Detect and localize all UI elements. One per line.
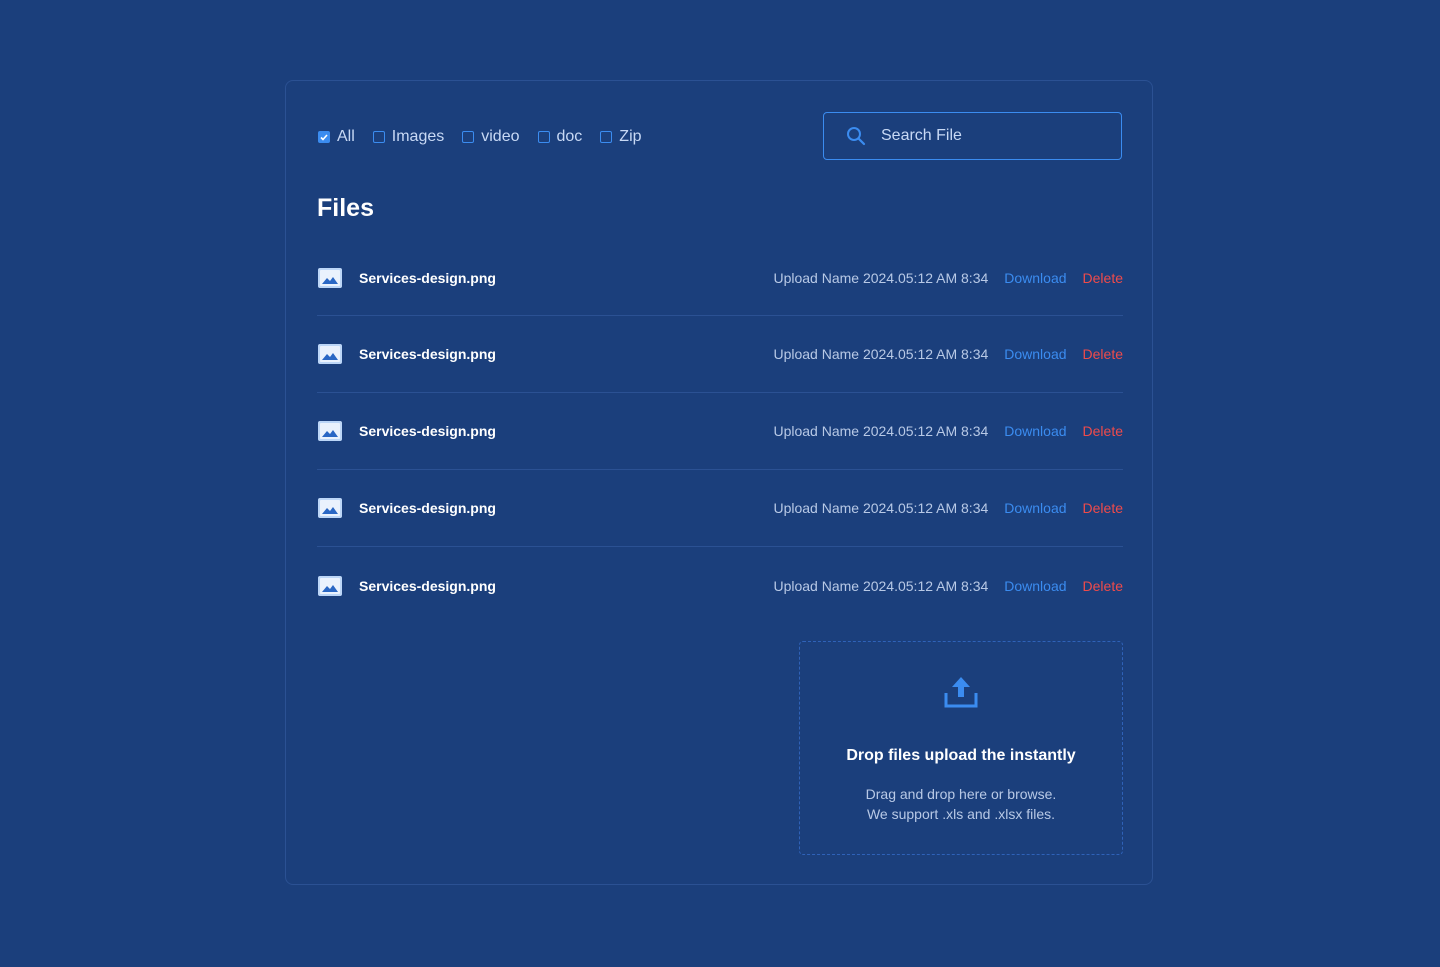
file-upload-info: Upload Name 2024.05:12 AM 8:34 xyxy=(773,577,989,594)
file-type-filters: All Images video doc Zip xyxy=(318,127,660,147)
file-row: Services-design.png Upload Name 2024.05:… xyxy=(317,316,1123,393)
delete-link[interactable]: Delete xyxy=(1083,346,1123,362)
checkbox-checked-icon[interactable] xyxy=(318,131,330,143)
file-name: Services-design.png xyxy=(359,577,496,594)
checkbox-icon[interactable] xyxy=(600,131,613,143)
download-link[interactable]: Download xyxy=(1004,346,1066,362)
file-row: Services-design.png Upload Name 2024.05:… xyxy=(317,470,1123,547)
download-link[interactable]: Download xyxy=(1004,578,1066,594)
filter-label: doc xyxy=(556,128,583,145)
delete-link[interactable]: Delete xyxy=(1083,500,1123,516)
upload-icon xyxy=(943,675,979,709)
search-box[interactable] xyxy=(823,112,1122,160)
file-upload-info: Upload Name 2024.05:12 AM 8:34 xyxy=(773,500,989,516)
search-input[interactable] xyxy=(879,126,1103,146)
filter-label: Images xyxy=(391,128,445,145)
delete-link[interactable]: Delete xyxy=(1083,578,1123,594)
filter-images[interactable]: Images xyxy=(372,128,445,146)
dropzone-supported-formats: We support .xls and .xlsx files. xyxy=(866,806,1056,822)
image-file-icon xyxy=(318,498,342,518)
file-name: Services-design.png xyxy=(359,500,496,516)
image-file-icon xyxy=(318,267,342,288)
dropzone-title: Drop files upload the instantly xyxy=(846,747,1076,764)
file-upload-info: Upload Name 2024.05:12 AM 8:34 xyxy=(773,423,989,439)
filter-all[interactable]: All xyxy=(318,128,355,146)
file-name: Services-design.png xyxy=(359,346,496,362)
image-file-icon xyxy=(318,344,342,364)
file-manager-card: All Images video doc Zip Files xyxy=(285,80,1153,885)
filter-label: video xyxy=(481,128,520,145)
filter-label: All xyxy=(337,128,355,145)
filter-zip[interactable]: Zip xyxy=(600,128,642,146)
file-dropzone[interactable]: Drop files upload the instantly Drag and… xyxy=(799,641,1123,855)
checkbox-icon[interactable] xyxy=(372,131,385,143)
file-list: Services-design.png Upload Name 2024.05:… xyxy=(317,240,1123,624)
file-row: Services-design.png Upload Name 2024.05:… xyxy=(317,240,1123,316)
download-link[interactable]: Download xyxy=(1004,423,1066,439)
download-link[interactable]: Download xyxy=(1004,270,1066,286)
filter-doc[interactable]: doc xyxy=(537,128,583,146)
filter-video[interactable]: video xyxy=(462,128,520,146)
image-file-icon xyxy=(318,421,342,441)
file-row: Services-design.png Upload Name 2024.05:… xyxy=(317,393,1123,470)
download-link[interactable]: Download xyxy=(1004,500,1066,516)
checkbox-icon[interactable] xyxy=(537,131,550,143)
file-upload-info: Upload Name 2024.05:12 AM 8:34 xyxy=(773,346,989,362)
filter-label: Zip xyxy=(619,128,642,145)
page-title: Files xyxy=(317,194,374,222)
search-icon xyxy=(845,125,867,147)
file-name: Services-design.png xyxy=(359,269,496,286)
delete-link[interactable]: Delete xyxy=(1083,423,1123,439)
delete-link[interactable]: Delete xyxy=(1083,270,1123,286)
image-file-icon xyxy=(318,575,342,596)
file-row: Services-design.png Upload Name 2024.05:… xyxy=(317,547,1123,624)
checkbox-icon[interactable] xyxy=(462,131,475,143)
file-upload-info: Upload Name 2024.05:12 AM 8:34 xyxy=(773,269,989,286)
file-name: Services-design.png xyxy=(359,423,496,439)
dropzone-instructions: Drag and drop here or browse. xyxy=(865,786,1057,802)
